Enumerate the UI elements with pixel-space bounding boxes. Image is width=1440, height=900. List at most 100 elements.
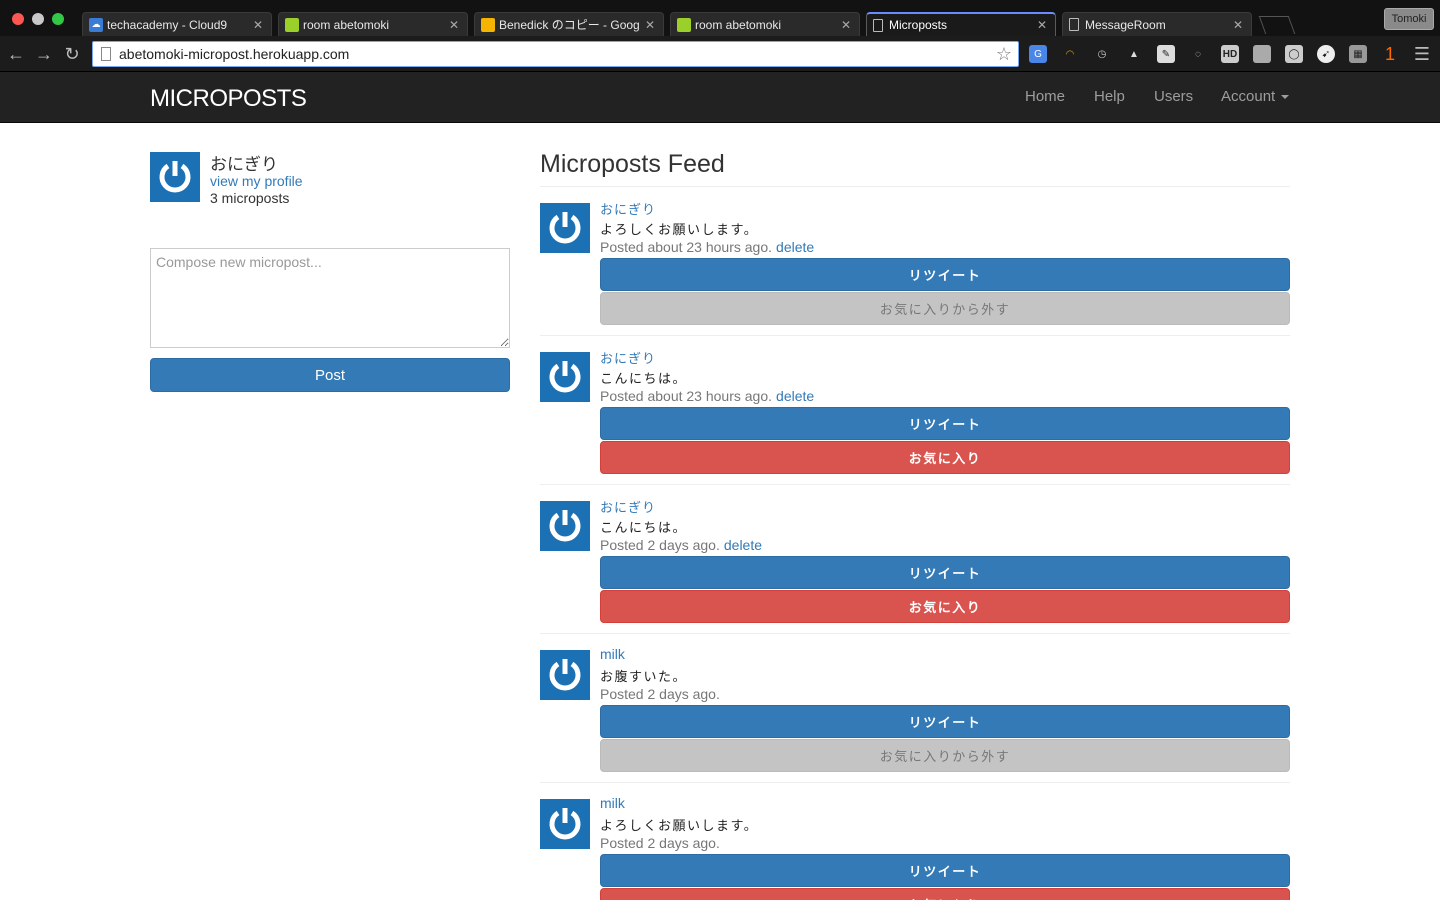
site-brand[interactable]: MICROPOSTS bbox=[150, 85, 307, 113]
reload-icon[interactable]: ↻ bbox=[62, 44, 82, 64]
delete-link[interactable]: delete bbox=[776, 388, 814, 404]
menu-hamburger-icon[interactable]: ☰ bbox=[1413, 44, 1431, 64]
bulb-extension-icon[interactable]: ◯ bbox=[1285, 45, 1303, 63]
clock-extension-icon[interactable]: ◷ bbox=[1093, 45, 1111, 63]
post-timestamp: Posted 2 days ago. bbox=[600, 835, 720, 851]
post-meta: Posted 2 days ago. delete bbox=[600, 537, 762, 553]
post-author-link[interactable]: おにぎり bbox=[600, 497, 656, 516]
favorite-button[interactable]: お気に入り bbox=[600, 590, 1290, 623]
user-name: おにぎり bbox=[210, 155, 278, 174]
post-meta: Posted about 23 hours ago. delete bbox=[600, 239, 814, 255]
post-avatar[interactable] bbox=[540, 501, 590, 551]
gravatar-power-icon bbox=[549, 212, 581, 244]
delete-link[interactable]: delete bbox=[776, 239, 814, 255]
post-timestamp: Posted about 23 hours ago. bbox=[600, 239, 773, 255]
address-bar[interactable]: abetomoki-micropost.herokuapp.com ☆ bbox=[92, 41, 1019, 67]
gravatar-power-icon bbox=[549, 510, 581, 542]
calendar-extension-icon[interactable]: ▦ bbox=[1349, 45, 1367, 63]
post-meta: Posted 2 days ago. bbox=[600, 835, 720, 851]
post-meta: Posted about 23 hours ago. delete bbox=[600, 388, 814, 404]
gravatar-power-icon bbox=[549, 808, 581, 840]
browser-tab-cloud9[interactable]: ☁ techacademy - Cloud9 ✕ bbox=[82, 12, 272, 36]
user-avatar bbox=[150, 152, 200, 202]
feed-post: おにぎり こんにちは。 Posted about 23 hours ago. de… bbox=[540, 336, 1290, 485]
feed-post: milk よろしくお願いします。 Posted 2 days ago. リツイー… bbox=[540, 783, 1290, 900]
browser-tabstrip: ☁ techacademy - Cloud9 ✕ room abetomoki … bbox=[0, 0, 1440, 36]
room-favicon-icon bbox=[677, 17, 691, 32]
address-url: abetomoki-micropost.herokuapp.com bbox=[119, 46, 350, 62]
rainbow-extension-icon[interactable]: ◠ bbox=[1061, 45, 1079, 63]
feed-post: おにぎり よろしくお願いします。 Posted about 23 hours a… bbox=[540, 187, 1290, 336]
post-content: こんにちは。 bbox=[600, 371, 688, 386]
window-close-button[interactable] bbox=[12, 13, 24, 25]
new-tab-button[interactable] bbox=[1258, 16, 1296, 34]
tab-title: techacademy - Cloud9 bbox=[107, 17, 228, 32]
post-content: よろしくお願いします。 bbox=[600, 818, 759, 833]
retweet-button[interactable]: リツイート bbox=[600, 407, 1290, 440]
retweet-button[interactable]: リツイート bbox=[600, 258, 1290, 291]
account-label: Account bbox=[1221, 88, 1276, 105]
tab-title: Benedick のコピー - Google bbox=[499, 18, 639, 32]
post-author-link[interactable]: milk bbox=[600, 646, 625, 662]
notification-badge[interactable]: 1 bbox=[1381, 44, 1399, 64]
tab-close-icon[interactable]: ✕ bbox=[841, 18, 851, 32]
cloud9-favicon-icon: ☁ bbox=[89, 17, 103, 32]
translate-extension-icon[interactable]: G bbox=[1029, 45, 1047, 63]
browser-profile-button[interactable]: Tomoki bbox=[1384, 8, 1434, 30]
page-favicon-icon bbox=[1069, 18, 1079, 31]
browser-tab-messageroom[interactable]: MessageRoom ✕ bbox=[1062, 12, 1252, 36]
tab-close-icon[interactable]: ✕ bbox=[253, 18, 263, 32]
browser-tab-google-slides[interactable]: Benedick のコピー - Google ✕ bbox=[474, 12, 664, 36]
favorite-button[interactable]: お気に入り bbox=[600, 441, 1290, 474]
tab-close-icon[interactable]: ✕ bbox=[645, 18, 655, 32]
swirl-extension-icon[interactable]: ◌ bbox=[1189, 45, 1207, 63]
retweet-button[interactable]: リツイート bbox=[600, 705, 1290, 738]
gravatar-power-icon bbox=[549, 659, 581, 691]
post-content: こんにちは。 bbox=[600, 520, 688, 535]
grey-square-extension-icon[interactable] bbox=[1253, 45, 1271, 63]
unfavorite-button[interactable]: お気に入りから外す bbox=[600, 739, 1290, 772]
chevron-down-icon bbox=[1281, 95, 1290, 100]
tab-close-icon[interactable]: ✕ bbox=[1037, 18, 1047, 32]
window-minimize-button[interactable] bbox=[32, 13, 44, 25]
post-author-link[interactable]: おにぎり bbox=[600, 199, 656, 218]
retweet-button[interactable]: リツイート bbox=[600, 854, 1290, 887]
drive-extension-icon[interactable]: ▲ bbox=[1125, 45, 1143, 63]
nav-link-users[interactable]: Users bbox=[1154, 88, 1193, 105]
browser-tab-room-2[interactable]: room abetomoki ✕ bbox=[670, 12, 860, 36]
evernote-extension-icon[interactable]: ✎ bbox=[1157, 45, 1175, 63]
post-button[interactable]: Post bbox=[150, 358, 510, 392]
tab-close-icon[interactable]: ✕ bbox=[449, 18, 459, 32]
window-maximize-button[interactable] bbox=[52, 13, 64, 25]
hd-extension-icon[interactable]: HD bbox=[1221, 45, 1239, 63]
post-timestamp: Posted 2 days ago. bbox=[600, 537, 720, 553]
nav-link-home[interactable]: Home bbox=[1025, 88, 1065, 105]
unfavorite-button[interactable]: お気に入りから外す bbox=[600, 292, 1290, 325]
post-author-link[interactable]: おにぎり bbox=[600, 348, 656, 367]
post-author-link[interactable]: milk bbox=[600, 795, 625, 811]
nav-link-account[interactable]: Account bbox=[1221, 88, 1290, 105]
room-favicon-icon bbox=[285, 17, 299, 32]
favorite-button[interactable]: お気に入り bbox=[600, 888, 1290, 900]
post-avatar[interactable] bbox=[540, 203, 590, 253]
tab-title: Microposts bbox=[889, 18, 948, 32]
tab-close-icon[interactable]: ✕ bbox=[1233, 18, 1243, 32]
post-avatar[interactable] bbox=[540, 650, 590, 700]
back-arrow-icon[interactable]: ← bbox=[6, 44, 26, 64]
browser-tab-microposts[interactable]: Microposts ✕ bbox=[866, 12, 1056, 36]
post-avatar[interactable] bbox=[540, 352, 590, 402]
compose-micropost-input[interactable] bbox=[150, 248, 510, 348]
gravatar-power-icon bbox=[159, 161, 191, 193]
tab-title: room abetomoki bbox=[303, 17, 390, 32]
retweet-button[interactable]: リツイート bbox=[600, 556, 1290, 589]
bookmark-star-icon[interactable]: ☆ bbox=[996, 44, 1012, 65]
forward-arrow-icon[interactable]: → bbox=[34, 44, 54, 64]
page-favicon-icon bbox=[873, 18, 883, 32]
post-avatar[interactable] bbox=[540, 799, 590, 849]
compass-extension-icon[interactable]: ➹ bbox=[1317, 45, 1335, 63]
tab-title: MessageRoom bbox=[1085, 17, 1166, 32]
view-profile-link[interactable]: view my profile bbox=[210, 173, 303, 189]
browser-tab-room-1[interactable]: room abetomoki ✕ bbox=[278, 12, 468, 36]
delete-link[interactable]: delete bbox=[724, 537, 762, 553]
nav-link-help[interactable]: Help bbox=[1094, 88, 1125, 105]
